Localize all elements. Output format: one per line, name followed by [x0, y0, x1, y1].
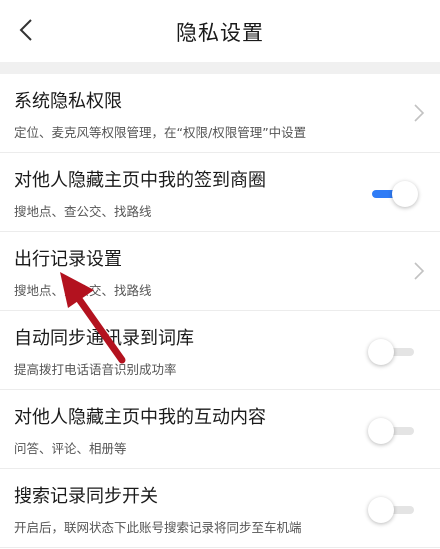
setting-title: 对他人隐藏主页中我的互动内容 — [14, 407, 266, 428]
top-bar: 隐私设置 — [0, 0, 440, 62]
hide-checkin-toggle[interactable] — [368, 181, 418, 207]
sync-contacts-toggle[interactable] — [368, 339, 418, 365]
setting-subtitle: 提高拨打电话语音识别成功率 — [14, 362, 177, 377]
setting-title: 出行记录设置 — [14, 249, 122, 270]
settings-list: 系统隐私权限 定位、麦克风等权限管理，在“权限/权限管理”中设置 对他人隐藏主页… — [0, 74, 440, 548]
setting-title: 自动同步通讯录到词库 — [14, 328, 194, 349]
toggle-knob — [368, 418, 394, 444]
hide-interactions-toggle[interactable] — [368, 418, 418, 444]
toggle-knob — [368, 339, 394, 365]
chevron-right-icon — [414, 104, 425, 122]
search-sync-toggle[interactable] — [368, 497, 418, 523]
toggle-knob — [368, 497, 394, 523]
toggle-knob — [392, 181, 418, 207]
setting-subtitle: 搜地点、查公交、找路线 — [14, 204, 152, 219]
setting-title: 对他人隐藏主页中我的签到商圈 — [14, 170, 266, 191]
setting-row-hide-checkin: 对他人隐藏主页中我的签到商圈 搜地点、查公交、找路线 — [0, 153, 440, 232]
setting-subtitle: 定位、麦克风等权限管理，在“权限/权限管理”中设置 — [14, 125, 307, 140]
setting-row-search-sync: 搜索记录同步开关 开启后，联网状态下此账号搜索记录将同步至车机端 — [0, 469, 440, 548]
chevron-right-icon — [414, 262, 425, 280]
page-title: 隐私设置 — [176, 21, 264, 45]
section-divider — [0, 62, 440, 74]
setting-subtitle: 问答、评论、相册等 — [14, 441, 127, 456]
setting-title: 系统隐私权限 — [14, 91, 122, 112]
setting-row-travel-records[interactable]: 出行记录设置 搜地点、查公交、找路线 — [0, 232, 440, 311]
setting-row-sync-contacts: 自动同步通讯录到词库 提高拨打电话语音识别成功率 — [0, 311, 440, 390]
setting-subtitle: 搜地点、查公交、找路线 — [14, 283, 152, 298]
setting-title: 搜索记录同步开关 — [14, 486, 158, 507]
setting-row-system-privacy[interactable]: 系统隐私权限 定位、麦克风等权限管理，在“权限/权限管理”中设置 — [0, 74, 440, 153]
setting-row-hide-interactions: 对他人隐藏主页中我的互动内容 问答、评论、相册等 — [0, 390, 440, 469]
setting-subtitle: 开启后，联网状态下此账号搜索记录将同步至车机端 — [14, 520, 302, 535]
